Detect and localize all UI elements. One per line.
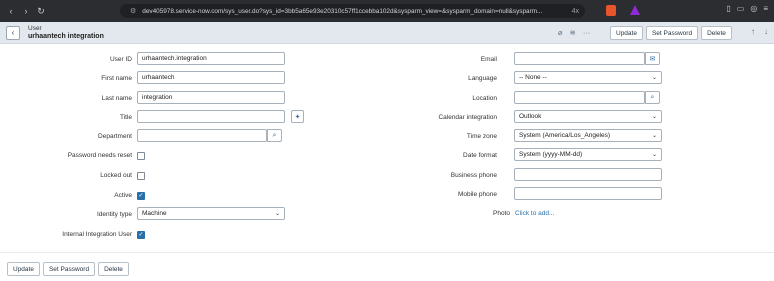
calendar-integration-label: Calendar integration [438,114,497,121]
delete-button[interactable]: Delete [98,262,129,276]
date-format-value: System (yyyy-MM-dd) [519,151,583,158]
vpn-icon[interactable]: ◎ [750,4,757,13]
delete-button[interactable]: Delete [701,26,732,40]
mail-icon[interactable]: ✉ [645,52,660,65]
brave-shield-icon[interactable] [606,5,616,16]
first-name-field[interactable]: urhaantech [137,71,285,84]
update-button[interactable]: Update [610,26,643,40]
back-arrow-icon[interactable]: ‹ [5,5,17,17]
footer-buttons: Update Set Password Delete [7,262,129,276]
address-bar[interactable]: ⚙ dev405978.service-now.com/sys_user.do?… [120,4,585,18]
header-buttons: Update Set Password Delete [610,26,732,40]
chevron-down-icon: ⌄ [274,211,280,217]
password-needs-reset-checkbox[interactable] [137,152,145,160]
location-search-icon[interactable]: ⌕ [645,91,660,104]
previous-record-icon[interactable]: ↑ [751,27,755,36]
internal-integration-user-label: Internal Integration User [62,231,132,238]
password-needs-reset-label: Password needs reset [67,152,132,159]
next-record-icon[interactable]: ↓ [764,27,768,36]
update-button[interactable]: Update [7,262,40,276]
browser-toolbar: ‹ › ↻ ⚙ dev405978.service-now.com/sys_us… [0,0,774,22]
first-name-label: First name [101,75,132,82]
user-id-field[interactable]: urhaantech.integration [137,52,285,65]
last-name-label: Last name [101,95,132,102]
internal-integration-user-checkbox[interactable]: ✓ [137,231,145,239]
activity-icon[interactable]: ≋ [570,28,576,37]
identity-type-label: Identity type [96,211,132,218]
locked-out-label: Locked out [100,172,132,179]
identity-type-select[interactable]: Machine ⌄ [137,207,285,220]
site-info-icon[interactable]: ⚙ [130,7,136,15]
business-phone-field[interactable] [514,168,662,181]
record-name: urhaantech integration [28,32,104,40]
record-navigation: ↑ ↓ [751,27,768,36]
department-search-icon[interactable]: ⌕ [267,129,282,142]
back-button[interactable]: ‹ [6,25,20,40]
department-field[interactable] [137,129,267,142]
locked-out-checkbox[interactable] [137,172,145,180]
set-password-button[interactable]: Set Password [645,26,699,40]
business-phone-label: Business phone [450,172,497,179]
title-label: Title [119,114,132,121]
active-checkbox[interactable]: ✓ [137,192,145,200]
location-field[interactable] [514,91,645,104]
form-title: User urhaantech integration [28,25,104,41]
title-field[interactable] [137,110,285,123]
reload-icon[interactable]: ↻ [35,5,47,17]
url-text: dev405978.service-now.com/sys_user.do?sy… [142,7,543,15]
calendar-integration-select[interactable]: Outlook ⌄ [514,110,662,123]
department-label: Department [98,133,132,140]
chevron-down-icon: ⌄ [651,152,657,158]
menu-icon[interactable]: ≡ [763,4,768,13]
chevron-down-icon: ⌄ [651,133,657,139]
mobile-phone-field[interactable] [514,187,662,200]
email-field[interactable] [514,52,645,65]
form-header: ‹ User urhaantech integration ⌀ ≋ ··· Up… [0,22,774,44]
email-label: Email [480,56,497,63]
rewards-icon[interactable] [630,5,640,15]
calendar-integration-value: Outlook [519,113,542,120]
more-options-icon[interactable]: ··· [583,28,591,37]
time-zone-value: System (America/Los_Angeles) [519,132,611,139]
chevron-down-icon: ⌄ [651,75,657,81]
language-select[interactable]: -- None -- ⌄ [514,71,662,84]
location-label: Location [472,95,497,102]
set-password-button[interactable]: Set Password [42,262,96,276]
mobile-phone-label: Mobile phone [457,191,497,198]
photo-add-link[interactable]: Click to add... [515,210,554,217]
language-value: -- None -- [519,74,547,81]
language-label: Language [468,75,497,82]
wallet-icon[interactable]: ▭ [737,4,745,13]
browser-actions: ▯ ▭ ◎ ≡ [726,4,768,13]
date-format-label: Date format [463,152,497,159]
last-name-field[interactable]: integration [137,91,285,104]
time-zone-label: Time zone [466,133,497,140]
time-zone-select[interactable]: System (America/Los_Angeles) ⌄ [514,129,662,142]
chevron-down-icon: ⌄ [651,114,657,120]
header-icons: ⌀ ≋ ··· [558,28,590,37]
forward-arrow-icon[interactable]: › [20,5,32,17]
zoom-indicator[interactable]: 4x [572,8,579,15]
identity-type-value: Machine [142,210,167,217]
divider [0,252,774,253]
record-type: User [28,24,42,32]
attachment-icon[interactable]: ⌀ [558,28,563,37]
lightbulb-icon[interactable]: ✦ [291,110,304,123]
sidebar-icon[interactable]: ▯ [726,4,730,13]
active-label: Active [114,192,132,199]
photo-label: Photo [493,210,510,217]
user-id-label: User ID [109,56,132,63]
date-format-select[interactable]: System (yyyy-MM-dd) ⌄ [514,148,662,161]
